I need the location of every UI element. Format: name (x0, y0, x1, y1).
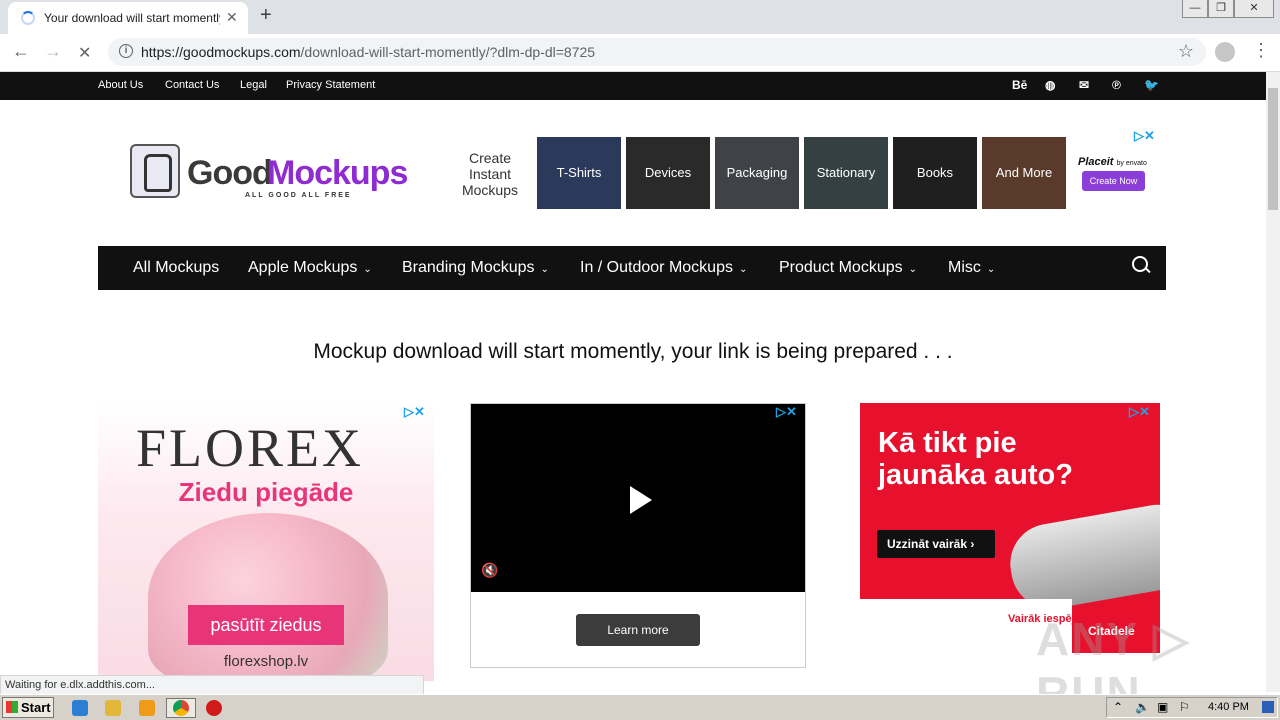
tab-close-icon[interactable]: ✕ (226, 9, 238, 26)
site-logo[interactable]: Good Mockups ALL GOOD ALL FREE (130, 142, 410, 204)
loading-spinner-icon (21, 11, 35, 25)
adchoices-icon[interactable]: ▷✕ (776, 404, 797, 420)
chevron-down-icon: ⌄ (986, 264, 996, 275)
nav-product-mockups[interactable]: Product Mockups ⌄ (779, 259, 917, 277)
maximize-button[interactable]: ❐ (1208, 0, 1234, 18)
chevron-down-icon: ⌄ (908, 264, 917, 275)
chevron-down-icon: ⌄ (540, 264, 549, 275)
adchoices-icon[interactable]: ▷✕ (404, 404, 425, 420)
chevron-down-icon: ⌄ (363, 264, 372, 275)
florex-ad[interactable]: FLOREX Ziedu piegāde pasūtīt ziedus flor… (98, 403, 434, 681)
banner-tile-books[interactable]: Books (893, 137, 977, 209)
car-image (1003, 500, 1160, 615)
main-nav: All Mockups Apple Mockups ⌄ Branding Mock… (98, 246, 1166, 290)
scrollbar-thumb[interactable] (1268, 88, 1278, 210)
video-player[interactable]: 🔇 (471, 404, 805, 592)
flag-icon[interactable]: ⚐ (1179, 700, 1190, 714)
citadele-headline: Kā tikt pie jaunāka auto? (878, 427, 1073, 491)
status-bar: Waiting for e.dlx.addthis.com... (0, 675, 424, 695)
chevron-down-icon: ⌄ (738, 264, 748, 275)
network-icon[interactable]: ▣ (1157, 700, 1168, 714)
thumbs-up-icon (130, 144, 180, 198)
address-bar[interactable]: i https://goodmockups.com/download-will-… (108, 38, 1206, 66)
about-us-link[interactable]: About Us (98, 79, 143, 91)
browser-tab[interactable]: Your download will start momently! - ✕ (8, 2, 248, 34)
twitter-icon[interactable]: 🐦 (1144, 78, 1159, 92)
browser-toolbar: ← → ✕ i https://goodmockups.com/download… (0, 34, 1280, 72)
banner-tile-stationary[interactable]: Stationary (804, 137, 888, 209)
chrome-task-button[interactable] (166, 698, 196, 718)
dribbble-icon[interactable]: ◍ (1045, 78, 1055, 92)
media-player-icon[interactable] (139, 700, 155, 716)
play-icon[interactable] (630, 486, 652, 514)
browser-menu-icon[interactable]: ⋮ (1252, 40, 1270, 61)
explorer-icon[interactable] (105, 700, 121, 716)
start-button[interactable]: Start (2, 697, 54, 718)
adchoices-icon[interactable]: ▷✕ (1129, 404, 1150, 420)
volume-icon[interactable]: 🔈 (1135, 700, 1150, 714)
learn-more-button[interactable]: Learn more (576, 614, 700, 646)
florex-order-button[interactable]: pasūtīt ziedus (188, 605, 344, 645)
bookmark-star-icon[interactable]: ☆ (1178, 41, 1194, 62)
tab-strip: Your download will start momently! - ✕ +… (0, 0, 1280, 34)
logo-mockups: Mockups (267, 154, 408, 192)
info-icon[interactable]: i (119, 44, 133, 58)
ie-icon[interactable] (72, 700, 88, 716)
clock[interactable]: 4:40 PM (1208, 701, 1249, 713)
back-button[interactable]: ← (12, 41, 30, 62)
florex-logo: FLOREX (136, 418, 365, 478)
minimize-button[interactable]: — (1182, 0, 1208, 18)
url-text[interactable]: https://goodmockups.com/download-will-st… (141, 44, 595, 60)
pinterest-icon[interactable]: ℗ (1112, 78, 1121, 92)
behance-icon[interactable]: Bē (1012, 78, 1027, 92)
banner-tile-tshirts[interactable]: T-Shirts (537, 137, 621, 209)
forward-button[interactable]: → (44, 41, 62, 62)
nav-apple-mockups[interactable]: Apple Mockups ⌄ (248, 259, 372, 277)
privacy-statement-link[interactable]: Privacy Statement (286, 79, 375, 91)
tab-title: Your download will start momently! - (44, 11, 220, 25)
show-desktop-icon[interactable] (1262, 701, 1274, 713)
profile-avatar[interactable] (1215, 42, 1235, 62)
scrollbar[interactable] (1266, 72, 1280, 692)
nav-all-mockups[interactable]: All Mockups (133, 259, 219, 277)
taskbar: Start ⌃ 🔈 ▣ ⚐ 4:40 PM (0, 694, 1280, 720)
placeit-brand: Placeit by envato (1078, 156, 1147, 168)
mute-icon[interactable]: 🔇 (481, 562, 498, 579)
mail-icon[interactable]: ✉ (1079, 78, 1089, 92)
banner-tile-and-more[interactable]: And More (982, 137, 1066, 209)
adchoices-icon[interactable]: ▷✕ (1134, 128, 1155, 144)
florex-site: florexshop.lv (223, 653, 309, 670)
logo-good: Good (187, 154, 273, 192)
new-tab-button[interactable]: + (260, 4, 272, 27)
citadele-learn-button[interactable]: Uzzināt vairāk › (877, 530, 995, 558)
contact-us-link[interactable]: Contact Us (165, 79, 219, 91)
banner-ad-text[interactable]: Create Instant Mockups (455, 150, 525, 198)
nav-in-outdoor-mockups[interactable]: In / Outdoor Mockups ⌄ (580, 259, 747, 277)
stop-button[interactable]: ✕ (78, 43, 91, 63)
florex-subtitle: Ziedu piegāde (178, 477, 354, 507)
nav-branding-mockups[interactable]: Branding Mockups ⌄ (402, 259, 549, 277)
banner-tile-packaging[interactable]: Packaging (715, 137, 799, 209)
banner-tile-devices[interactable]: Devices (626, 137, 710, 209)
chrome-icon (173, 700, 189, 716)
window-close-button[interactable]: ✕ (1234, 0, 1274, 18)
tray-expand-icon[interactable]: ⌃ (1113, 700, 1123, 714)
create-now-button[interactable]: Create Now (1082, 171, 1145, 191)
top-bar: About Us Contact Us Legal Privacy Statem… (0, 72, 1266, 100)
logo-tagline: ALL GOOD ALL FREE (245, 192, 352, 199)
search-icon[interactable] (1132, 256, 1150, 274)
opera-icon[interactable] (206, 700, 222, 716)
nav-misc[interactable]: Misc ⌄ (948, 259, 995, 277)
legal-link[interactable]: Legal (240, 79, 267, 91)
download-message: Mockup download will start momently, you… (313, 340, 953, 363)
system-tray: ⌃ 🔈 ▣ ⚐ (1106, 697, 1278, 718)
video-ad[interactable]: 🔇 Learn more (470, 403, 806, 668)
